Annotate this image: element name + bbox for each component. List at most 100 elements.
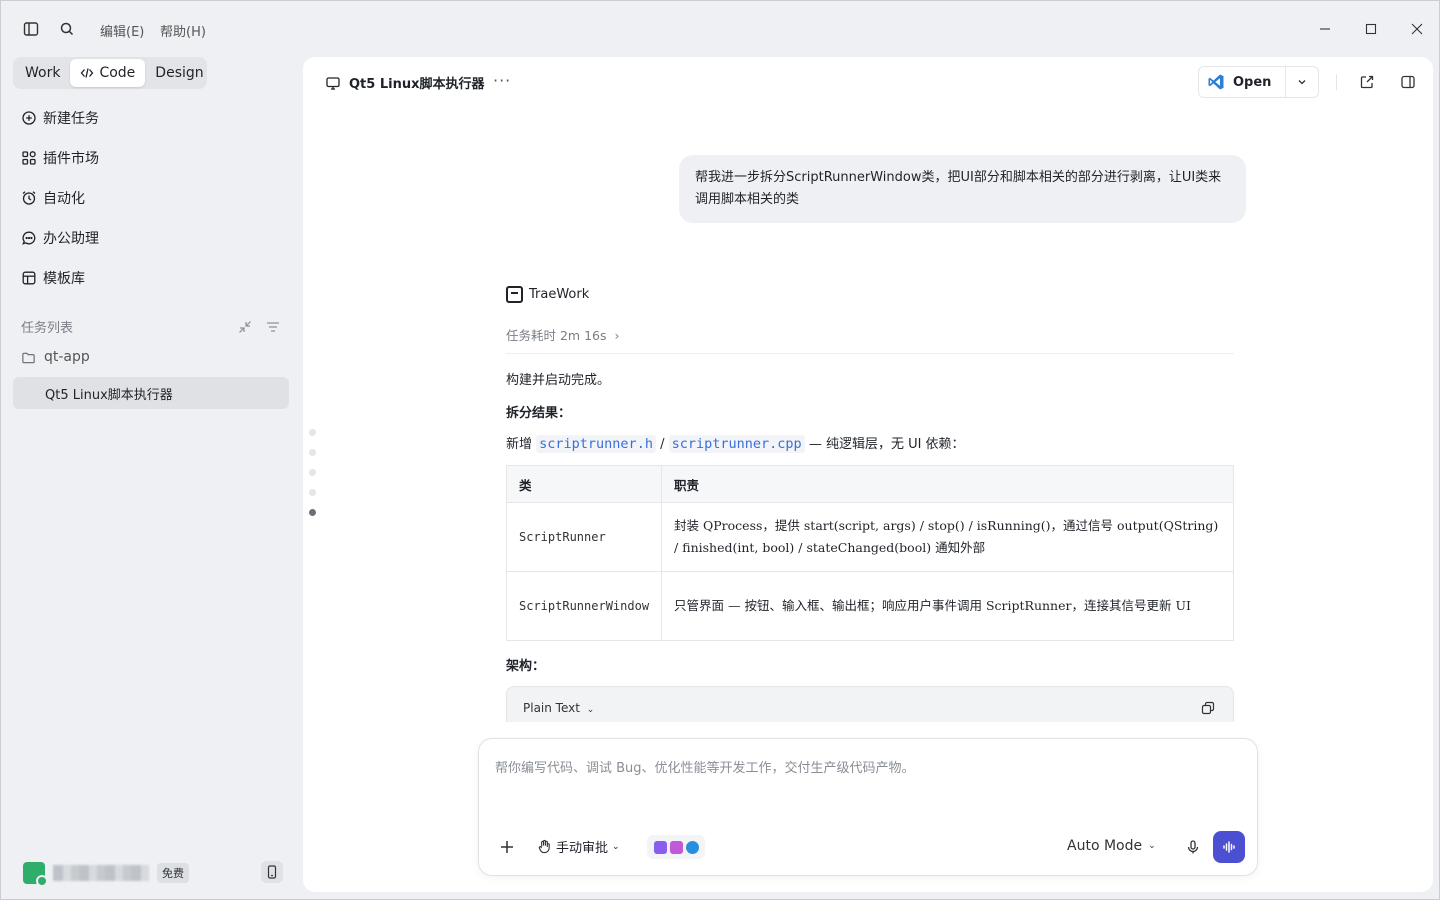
folder-qt-app[interactable]: qt-app — [21, 349, 90, 365]
table-header-class: 类 — [505, 465, 663, 503]
open-button-label: Open — [1233, 74, 1272, 90]
mode-design-button[interactable]: Design — [145, 59, 213, 87]
response-line-3: 新增 scriptrunner.h / scriptrunner.cpp — 纯… — [506, 433, 965, 453]
close-button[interactable] — [1403, 15, 1431, 43]
monitor-icon — [326, 76, 340, 90]
sidebar-item-label: 自动化 — [43, 191, 85, 207]
composer: 帮你编写代码、调试 Bug、优化性能等开发工作，交付生产级代码产物。 手动审批 … — [478, 738, 1258, 876]
nav-dot[interactable] — [309, 429, 316, 436]
divider — [506, 353, 1234, 354]
sidebar-toggle-icon[interactable] — [22, 20, 40, 38]
table-header-duty: 职责 — [661, 465, 1234, 503]
task-item-label: Qt5 Linux脚本执行器 — [45, 387, 173, 403]
table-header-row: 类 职责 — [505, 465, 1234, 503]
sidebar-item-template-library[interactable]: 模板库 — [13, 261, 289, 295]
collapse-icon[interactable] — [237, 319, 253, 335]
code-language-selector[interactable]: Plain Text ⌄ — [523, 701, 594, 715]
code-block: Plain Text ⌄ — [506, 686, 1234, 722]
mobile-button[interactable] — [261, 861, 283, 883]
nav-dot[interactable] — [309, 489, 316, 496]
response-line-1: 构建并启动完成。 — [506, 373, 611, 388]
file-h-link[interactable]: scriptrunner.h — [536, 435, 656, 453]
image-icon — [669, 840, 683, 854]
open-in-editor: Open — [1198, 66, 1319, 98]
microphone-icon[interactable] — [1185, 839, 1201, 855]
share-icon[interactable] — [1359, 74, 1375, 90]
mode-design-label: Design — [155, 65, 204, 81]
nav-dot[interactable] — [309, 449, 316, 456]
model-mode-label: Auto Mode — [1067, 838, 1143, 854]
voice-send-button[interactable] — [1213, 831, 1245, 863]
chevron-down-icon: ⌄ — [586, 705, 595, 715]
file-cpp-link[interactable]: scriptrunner.cpp — [668, 435, 805, 453]
code-language-label: Plain Text — [523, 701, 580, 715]
sidebar-item-office-assistant[interactable]: 办公助理 — [13, 221, 289, 255]
waveform-icon — [1223, 841, 1235, 853]
search-icon[interactable] — [58, 20, 76, 38]
folder-icon — [22, 352, 35, 363]
plus-circle-icon — [22, 111, 36, 125]
traework-logo-icon — [506, 286, 523, 303]
open-button[interactable]: Open — [1199, 67, 1287, 97]
copy-icon[interactable] — [1201, 701, 1215, 715]
elapsed-toggle[interactable]: 任务耗时 2m 16s › — [506, 325, 619, 344]
user-bar[interactable]: 免费 — [23, 861, 189, 887]
menu-edit[interactable]: 编辑(E) — [100, 21, 144, 40]
minimize-button[interactable] — [1311, 15, 1339, 43]
sidebar-item-plugin-market[interactable]: 插件市场 — [13, 141, 289, 175]
task-item-active[interactable]: Qt5 Linux脚本执行器 — [13, 377, 289, 409]
app-window: 编辑(E) 帮助(H) Work Code Design 新建任务 插件市场 自… — [0, 0, 1440, 900]
response-heading-arch: 架构： — [506, 659, 546, 674]
table-row: ScriptRunner 封装 QProcess，提供 start(script… — [505, 502, 1234, 572]
elapsed-text: 任务耗时 2m 16s — [506, 328, 607, 343]
avatar[interactable] — [23, 862, 48, 887]
sidebar-item-label: 新建任务 — [43, 111, 99, 127]
folder-label: qt-app — [44, 349, 90, 365]
mode-work-label: Work — [25, 65, 61, 81]
chevron-down-icon — [1298, 80, 1306, 85]
model-mode-selector[interactable]: Auto Mode ⌄ — [1067, 838, 1156, 854]
username-redacted — [53, 865, 149, 881]
mode-work-button[interactable]: Work — [15, 59, 70, 87]
maximize-button[interactable] — [1357, 15, 1385, 43]
add-attachment-icon[interactable] — [499, 839, 515, 855]
plan-badge: 免费 — [157, 863, 189, 883]
response-heading-split: 拆分结果： — [506, 406, 572, 421]
video-icon — [653, 840, 667, 854]
nav-dot[interactable] — [309, 469, 316, 476]
sidebar-item-label: 办公助理 — [43, 231, 99, 247]
bot-name: TraeWork — [529, 287, 590, 302]
mode-code-button[interactable]: Code — [70, 59, 146, 87]
nav-dot-active[interactable] — [309, 509, 316, 516]
main-header: Qt5 Linux脚本执行器 ··· Open — [303, 57, 1433, 107]
message-navigator — [309, 429, 319, 529]
table-icon — [22, 271, 36, 285]
chevron-down-icon: ⌄ — [612, 841, 620, 852]
open-dropdown-button[interactable] — [1286, 67, 1318, 97]
media-tools[interactable] — [647, 835, 705, 859]
phone-icon — [267, 865, 277, 879]
mode-code-label: Code — [99, 65, 136, 81]
main-panel: Qt5 Linux脚本执行器 ··· Open 帮我进一步拆分ScriptRun… — [303, 57, 1433, 892]
chevron-right-icon: › — [614, 328, 620, 343]
composer-input[interactable]: 帮你编写代码、调试 Bug、优化性能等开发工作，交付生产级代码产物。 — [495, 757, 915, 776]
alarm-icon — [22, 191, 36, 205]
hand-icon — [538, 839, 550, 854]
table-row: ScriptRunnerWindow 只管界面 — 按钮、输入框、输出框；响应用… — [505, 571, 1234, 641]
side-panel-icon[interactable] — [1400, 74, 1416, 90]
sidebar-item-automation[interactable]: 自动化 — [13, 181, 289, 215]
sidebar-item-new-task[interactable]: 新建任务 — [13, 101, 289, 135]
table-cell-duty: 只管界面 — 按钮、输入框、输出框；响应用户事件调用 ScriptRunner，… — [661, 571, 1234, 641]
approval-mode-selector[interactable]: 手动审批 ⌄ — [537, 837, 620, 856]
sidebar-item-label: 插件市场 — [43, 151, 99, 167]
title-bar: 编辑(E) 帮助(H) — [1, 1, 1440, 57]
task-list-title: 任务列表 — [21, 321, 74, 336]
approval-mode-label: 手动审批 — [556, 841, 609, 856]
table-cell-duty: 封装 QProcess，提供 start(script, args) / sto… — [661, 502, 1234, 572]
filter-icon[interactable] — [265, 319, 281, 335]
vscode-icon — [1208, 74, 1224, 90]
grid-icon — [22, 151, 36, 165]
line3-prefix: 新增 — [506, 437, 533, 452]
more-options-icon[interactable]: ··· — [493, 71, 511, 90]
menu-help[interactable]: 帮助(H) — [160, 21, 206, 40]
